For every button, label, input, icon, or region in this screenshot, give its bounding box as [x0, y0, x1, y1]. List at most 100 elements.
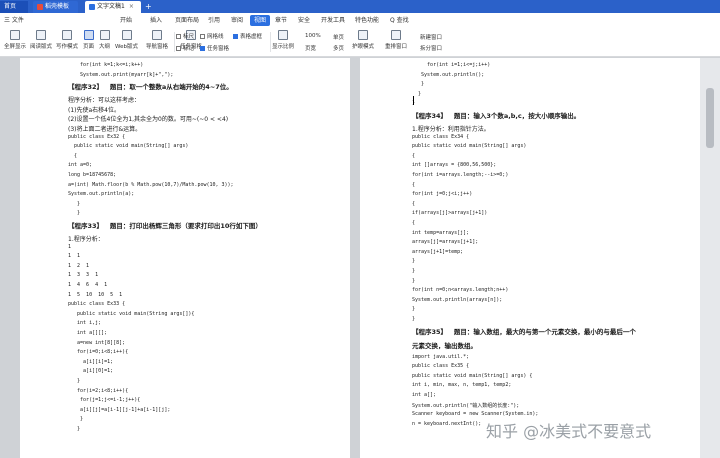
- document-line: 1 5 10 10 5 1: [68, 291, 123, 298]
- section-heading: 【程序34】 题目：输入3个数a,b,c，按大小顺序输出。: [412, 112, 581, 120]
- check-label: 标记: [183, 46, 195, 52]
- menu-features[interactable]: 特色功能: [355, 15, 379, 26]
- new-window-button[interactable]: 新建窗口: [420, 33, 442, 41]
- document-line: int temp=arrays[j];: [412, 229, 470, 236]
- document-line: arrays[j]=arrays[j+1];: [412, 239, 479, 246]
- document-line: import java.util.*;: [412, 353, 470, 360]
- document-line: for(int i=arrays.length;--i>=0;): [412, 172, 509, 178]
- document-line: int a[][];: [68, 330, 108, 336]
- check-label: 任务窗格: [207, 46, 230, 52]
- document-line: }: [68, 426, 81, 432]
- menu-search[interactable]: Q 查找: [390, 15, 409, 26]
- page-view-button[interactable]: 页面: [83, 30, 94, 50]
- document-line: for(int n=0;n<arrays.length;n++): [412, 287, 509, 294]
- reading-mode-button[interactable]: 阅读版式: [30, 30, 52, 50]
- document-line: }: [412, 81, 425, 88]
- menu-references[interactable]: 引用: [208, 15, 220, 26]
- button-label: 导航窗格: [146, 44, 169, 50]
- document-line: public static void main(String[] args) {: [412, 372, 533, 379]
- document-line: }: [412, 316, 416, 322]
- document-page-left[interactable]: for(int k=1;k<=i;k++) System.out.print(m…: [20, 58, 350, 458]
- document-line: System.out.println(arrays[n]);: [412, 296, 503, 303]
- document-line: (3)将上面二者进行&运算。: [68, 126, 142, 133]
- document-line: }: [68, 210, 81, 217]
- document-line: 1: [68, 243, 72, 250]
- nav-pane-button[interactable]: 导航窗格: [146, 30, 168, 50]
- outline-button[interactable]: 大纲: [99, 30, 110, 50]
- document-line: int a=0;: [68, 162, 93, 169]
- zoom-100-button[interactable]: 100%: [305, 33, 321, 39]
- section-heading: 元素交换，输出数组。: [412, 341, 477, 350]
- tab-template[interactable]: 稻壳模板: [33, 1, 78, 13]
- document-line: 1 3 3 1: [68, 272, 99, 279]
- document-line: }: [412, 306, 416, 313]
- task-pane-checkbox[interactable]: 任务窗格: [200, 44, 229, 52]
- writing-icon: [62, 30, 72, 40]
- menu-review[interactable]: 审阅: [231, 15, 243, 26]
- web-layout-button[interactable]: Web版式: [115, 30, 138, 50]
- menu-layout[interactable]: 页面布局: [175, 15, 199, 26]
- document-line: public class Ex33 {: [68, 301, 126, 308]
- check-label: 表格虚框: [240, 34, 263, 40]
- button-label: 写作模式: [56, 44, 79, 50]
- menu-file[interactable]: 三 文件: [4, 15, 24, 26]
- menu-security[interactable]: 安全: [298, 15, 310, 26]
- rearrange-window-button[interactable]: 重排窗口: [385, 30, 407, 50]
- document-page-right[interactable]: for(int i=1;i<=j;i++) System.out.println…: [360, 58, 700, 458]
- ruler-checkbox[interactable]: 标尺: [176, 32, 194, 40]
- vertical-scrollbar[interactable]: [700, 58, 720, 458]
- menu-view[interactable]: 视图: [250, 15, 271, 26]
- menu-home[interactable]: 开始: [120, 15, 132, 26]
- button-label: 护眼模式: [352, 44, 375, 50]
- document-line: long b=18745678;: [68, 172, 117, 178]
- document-line: {: [68, 152, 78, 159]
- single-page-button[interactable]: 单页: [333, 33, 344, 41]
- document-line: 1 4 6 4 1: [68, 282, 108, 288]
- document-line: public static void main(String[] args): [412, 143, 527, 150]
- page-width-button[interactable]: 页宽: [305, 44, 316, 52]
- section-heading: 【程序35】 题目：输入数组，最大的与第一个元素交换，最小的与最后一个: [412, 327, 636, 336]
- document-line: }: [68, 378, 81, 384]
- menu-chapter[interactable]: 章节: [275, 15, 287, 26]
- document-line: for(int i=1;i<=j;i++): [412, 62, 491, 68]
- document-line: }: [412, 268, 416, 274]
- menu-insert[interactable]: 插入: [150, 15, 162, 26]
- scroll-thumb[interactable]: [706, 88, 714, 148]
- zoom-button[interactable]: 显示比例: [272, 30, 294, 50]
- document-line: (2)设置一个低4位全为1,其余全为0的数。可用~(~0 < <4): [68, 116, 229, 124]
- document-line: a=(int) Math.floor(b % Math.pow(10,7)/Ma…: [68, 181, 234, 188]
- menu-developer[interactable]: 开发工具: [321, 15, 345, 26]
- document-line: 1.程序分析：: [68, 236, 104, 243]
- section-heading: 【程序33】 题目：打印出杨辉三角形（要求打印出10行如下图）: [68, 222, 262, 230]
- tab-label: 文字文稿1: [97, 3, 125, 10]
- gridlines-checkbox[interactable]: 网格线: [200, 32, 224, 40]
- navigation-icon: [152, 30, 162, 40]
- checkbox-icon: [176, 34, 181, 39]
- document-line: int []arrays = {800,56,500};: [412, 162, 497, 169]
- new-tab-icon[interactable]: +: [145, 1, 152, 13]
- split-window-button[interactable]: 拆分窗口: [420, 44, 442, 52]
- multi-page-button[interactable]: 多页: [333, 44, 344, 52]
- writing-mode-button[interactable]: 写作模式: [56, 30, 78, 50]
- document-line: a[i][j]=a[i-1][j-1]+a[i-1][j];: [68, 406, 171, 413]
- document-line: System.out.println();: [412, 71, 485, 78]
- button-label: 大纲: [99, 44, 111, 50]
- document-line: }: [412, 258, 416, 265]
- tab-document[interactable]: 文字文稿1 ×: [85, 1, 141, 13]
- eye-icon: [358, 30, 368, 40]
- fullscreen-icon: [10, 30, 20, 40]
- document-line: for(j=1;j<=i-1;j++){: [68, 397, 141, 404]
- fullscreen-button[interactable]: 全屏显示: [4, 30, 26, 50]
- document-icon: [89, 3, 95, 10]
- document-line: int i, min, max, n, temp1, temp2;: [412, 382, 512, 389]
- tab-home[interactable]: 首页: [0, 1, 28, 13]
- marks-checkbox[interactable]: 标记: [176, 44, 194, 52]
- table-gridlines-checkbox[interactable]: 表格虚框: [233, 32, 262, 40]
- eye-protection-button[interactable]: 护眼模式: [352, 30, 374, 50]
- close-icon[interactable]: ×: [129, 3, 134, 10]
- document-line: System.out.print(myarr[k]+",");: [68, 71, 174, 78]
- menu-bar: 三 文件 开始 插入 页面布局 引用 审阅 视图 章节 安全 开发工具 特色功能…: [0, 13, 720, 29]
- document-line: a[i][i]=1;: [68, 358, 114, 365]
- document-line: {: [412, 200, 416, 207]
- document-line: {: [412, 152, 416, 159]
